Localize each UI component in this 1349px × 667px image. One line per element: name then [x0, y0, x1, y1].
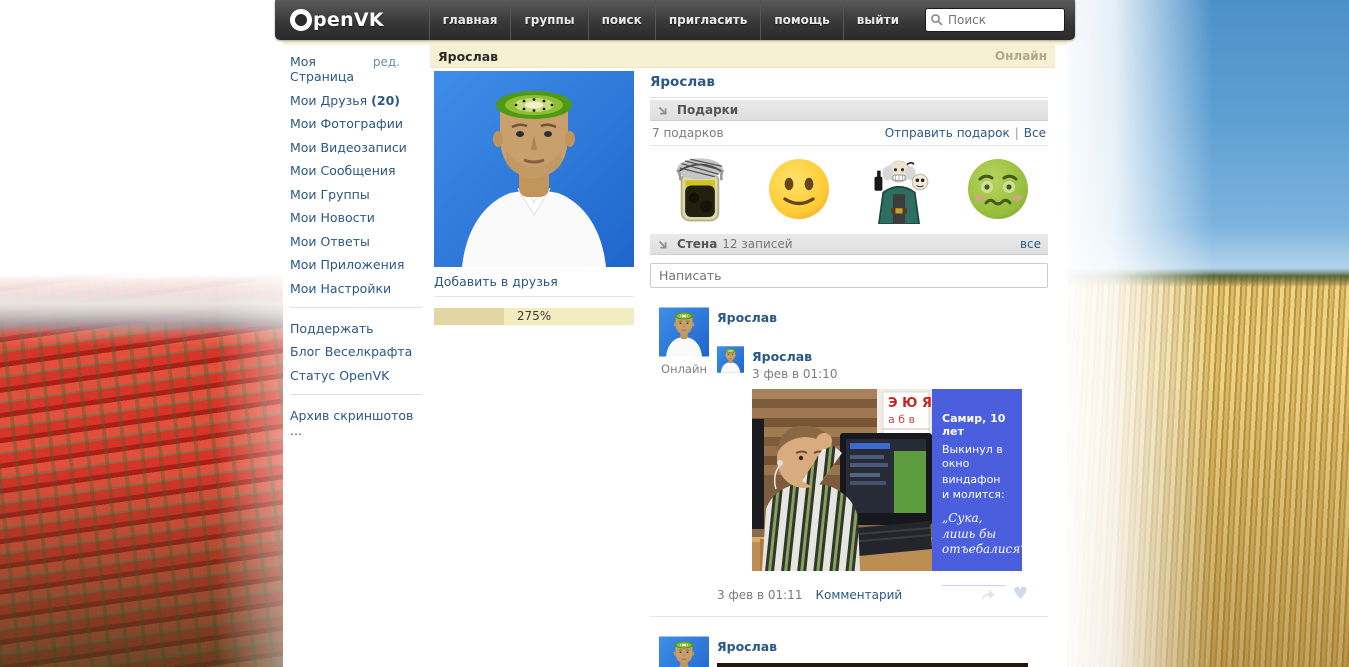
repost-date-link[interactable]: 3 фев в 01:10 [752, 367, 1022, 381]
wall-composer [650, 263, 1048, 288]
online-label: Онлайн [661, 362, 707, 376]
online-status-badge: Онлайн [994, 49, 1047, 63]
repost-block: Ярослав 3 фев в 01:10 Э Ю Я а б в Самир,… [717, 346, 1048, 586]
post-author-link[interactable]: Ярослав [717, 310, 777, 325]
openvk-profile-page: penVK главная группы поиск пригласить по… [0, 0, 1349, 667]
wall-post: Онлайн Ярослав Ярослав 3 фев в 01:10 Э Ю… [650, 307, 1048, 603]
sidebar-item-videos[interactable]: Мои Видеозаписи [290, 140, 407, 155]
sidebar-item-friends[interactable]: Мои Друзья [290, 93, 367, 108]
wheat-field-backdrop [1048, 0, 1349, 667]
caption-title: Самир, 10 лет [942, 412, 1006, 438]
wall-section-bar: Стена 12 записей все [650, 234, 1048, 255]
nav-item-search[interactable]: поиск [587, 0, 655, 40]
main-column: Ярослав Онлайн Добавить в друзья 275% Яр… [425, 45, 1060, 667]
sidebar-divider [290, 393, 422, 395]
sidebar-item-status[interactable]: Статус OpenVK [290, 368, 389, 383]
profile-left-column: Добавить в друзья 275% [434, 71, 634, 667]
gift-jar-of-pickles-icon[interactable] [664, 154, 736, 224]
add-friend-link[interactable]: Добавить в друзья [434, 274, 634, 297]
wall-post: Онлайн Ярослав [650, 636, 1048, 667]
sidebar-item-apps[interactable]: Мои Приложения [290, 257, 404, 272]
sidebar-item-settings[interactable]: Мои Настройки [290, 281, 391, 296]
gifts-count: 7 подарков [652, 126, 724, 140]
profile-photo[interactable] [434, 71, 634, 267]
nav-item-invite[interactable]: пригласить [654, 0, 761, 40]
caption-quote: „Сука, лишь бы отъебалися“ [942, 511, 1027, 557]
wall-title: Стена [677, 237, 718, 251]
sidebar-item-groups[interactable]: Мои Группы [290, 187, 370, 202]
all-gifts-link[interactable]: Все [1024, 126, 1046, 140]
gift-slightly-smiling-face-icon[interactable] [763, 154, 835, 224]
sidebar-item-messages[interactable]: Мои Сообщения [290, 163, 396, 178]
page-title: Ярослав [438, 48, 499, 64]
content-wrapper: Моя Страница ред. Мои Друзья (20) Мои Фо… [283, 40, 1067, 667]
avatar[interactable] [659, 636, 709, 667]
friends-count[interactable]: (20) [371, 93, 400, 108]
gift-pirate-with-skull-icon[interactable] [863, 154, 935, 224]
gifts-meta-row: 7 подарков Отправить подарок | Все [650, 121, 1048, 146]
profile-header-bar: Ярослав Онлайн [430, 45, 1055, 68]
navbar-menu: главная группы поиск пригласить помощь в… [428, 0, 912, 40]
rating-value: 275% [516, 309, 552, 323]
gifts-title: Подарки [677, 103, 739, 117]
wall-composer-input[interactable] [650, 263, 1048, 288]
sidebar: Моя Страница ред. Мои Друзья (20) Мои Фо… [290, 54, 422, 446]
like-heart-icon[interactable]: ♥ [1013, 586, 1028, 603]
gift-nauseated-face-icon[interactable] [962, 154, 1034, 224]
avatar[interactable] [717, 346, 744, 373]
link-separator: | [1014, 126, 1019, 140]
post-photo-attachment[interactable]: Э Ю Я а б в Самир, 10 лет Выкинул в окно… [752, 389, 1027, 586]
avatar[interactable] [659, 307, 709, 357]
sidebar-item-archive[interactable]: Архив скриншотов ... [290, 408, 422, 438]
profile-right-column: Ярослав Подарки 7 подарков Отправить под… [650, 71, 1048, 667]
sidebar-divider [290, 306, 422, 308]
navbar-search [925, 8, 1065, 32]
gifts-section-bar: Подарки [650, 100, 1048, 121]
nav-item-logout[interactable]: выйти [842, 0, 912, 40]
post-author-link[interactable]: Ярослав [717, 639, 777, 654]
section-arrow-icon [657, 239, 668, 250]
search-input[interactable] [925, 8, 1065, 32]
top-navbar: penVK главная группы поиск пригласить по… [275, 0, 1075, 40]
sidebar-item-news[interactable]: Мои Новости [290, 210, 375, 225]
sidebar-item-donate[interactable]: Поддержать [290, 321, 374, 336]
openvk-logo[interactable]: penVK [290, 9, 384, 31]
caption-line: виндафон [942, 472, 1001, 486]
profile-name-heading: Ярослав [650, 71, 1048, 98]
rating-bar: 275% [434, 308, 634, 325]
logo-o-icon [290, 9, 312, 31]
sidebar-item-photos[interactable]: Мои Фотографии [290, 116, 403, 131]
caption-line: Выкинул в окно [942, 443, 1003, 470]
boy-at-computer-photo: Э Ю Я а б в [752, 389, 932, 571]
nav-item-help[interactable]: помощь [760, 0, 842, 40]
photo-caption-panel: Самир, 10 лет Выкинул в окно виндафон и … [932, 389, 1027, 586]
wall-post-count: 12 записей [722, 237, 793, 251]
post-date-link[interactable]: 3 фев в 01:11 [717, 588, 802, 602]
sidebar-item-my-page[interactable]: Моя Страница [290, 54, 373, 84]
nav-item-groups[interactable]: группы [510, 0, 587, 40]
nav-item-home[interactable]: главная [428, 0, 511, 40]
caption-line: и молится: [942, 488, 1005, 502]
sidebar-edit-link[interactable]: ред. [373, 55, 400, 69]
svg-text:а б в: а б в [888, 413, 915, 426]
search-icon [930, 12, 944, 31]
share-icon[interactable] [979, 587, 997, 602]
logo-text: penVK [313, 9, 384, 31]
post-divider [650, 616, 1048, 617]
wall-all-link[interactable]: все [1020, 237, 1041, 251]
repost-author-link[interactable]: Ярослав [752, 349, 812, 364]
svg-text:Э Ю Я: Э Ю Я [888, 396, 932, 411]
post-footer: 3 фев в 01:11 Комментарий ♥ [717, 586, 1048, 603]
dark-portrait-photo[interactable] [717, 663, 1028, 667]
sidebar-item-answers[interactable]: Мои Ответы [290, 234, 370, 249]
comment-link[interactable]: Комментарий [815, 588, 902, 602]
send-gift-link[interactable]: Отправить подарок [885, 126, 1010, 140]
section-arrow-icon [657, 105, 668, 116]
sidebar-item-blog[interactable]: Блог Веселкрафта [290, 344, 412, 359]
gifts-row [650, 146, 1048, 232]
